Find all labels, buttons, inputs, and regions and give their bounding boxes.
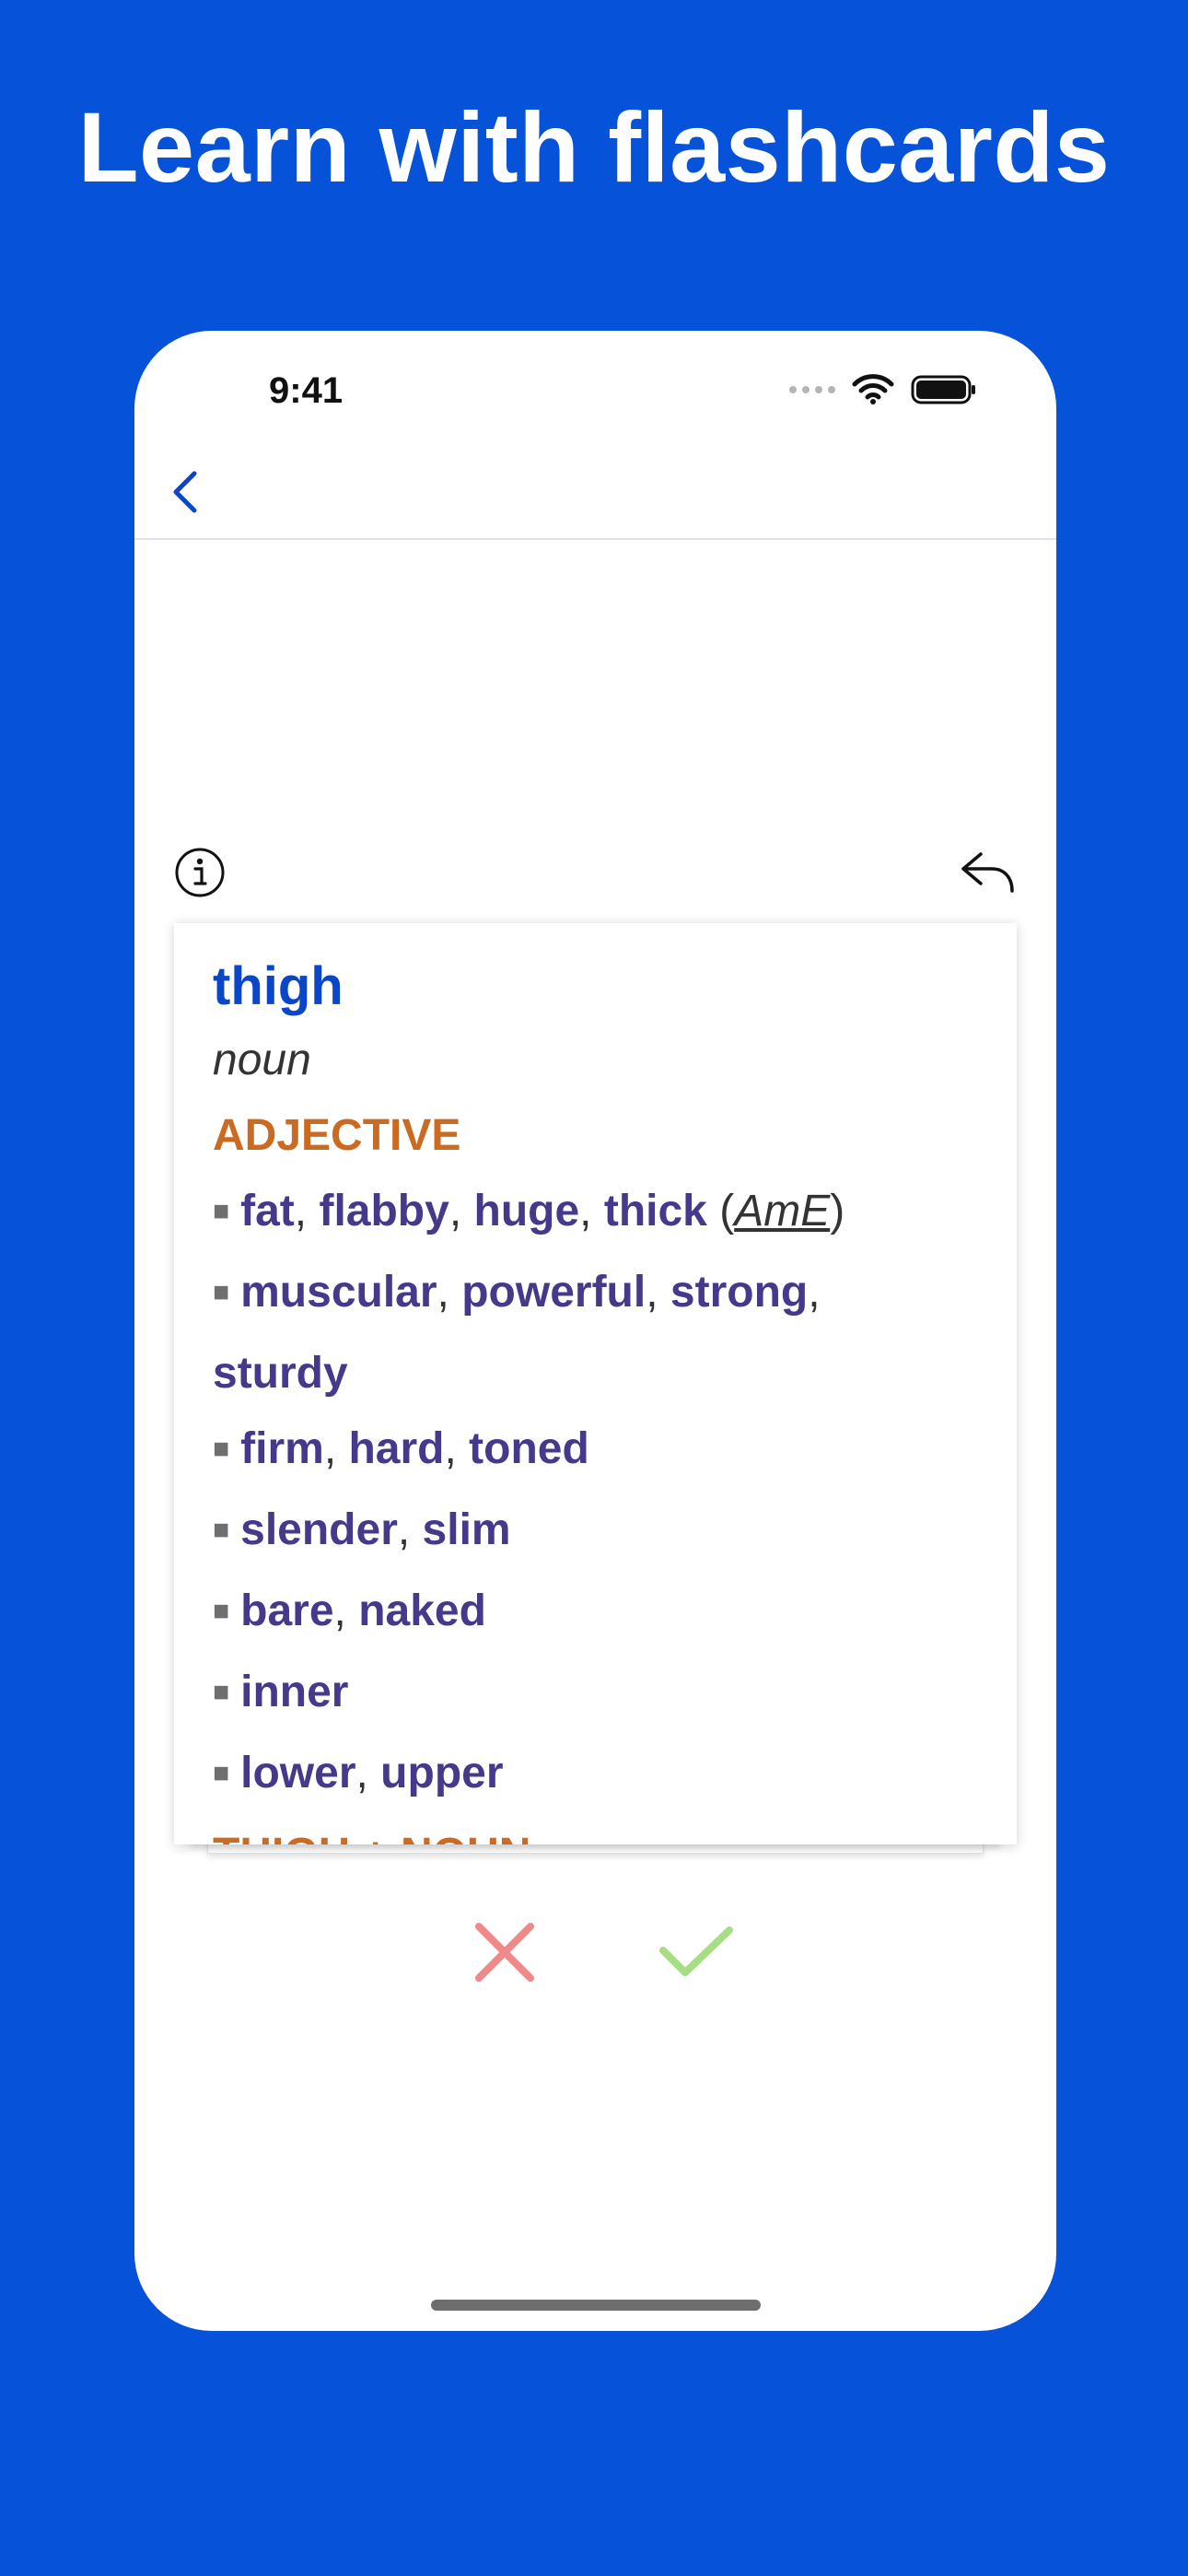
info-circle-icon <box>175 848 225 897</box>
flip-card-button[interactable] <box>951 840 1025 905</box>
back-button[interactable] <box>153 460 217 524</box>
collocate: slim <box>422 1505 511 1554</box>
collocate: firm <box>240 1424 324 1473</box>
answer-actions <box>134 1911 1056 1994</box>
bullet-icon: ■ <box>213 1196 230 1226</box>
navigation-bar <box>134 441 1056 540</box>
bullet-icon: ■ <box>213 1596 230 1626</box>
flashcard[interactable]: thigh noun ADJECTIVE ■ fat, flabby, huge,… <box>174 923 1017 1844</box>
card-headword: thigh <box>213 956 344 1016</box>
collocate: upper <box>380 1749 504 1797</box>
collocate: slender <box>240 1505 398 1554</box>
bullet-icon: ■ <box>213 1277 230 1307</box>
collocate: powerful <box>461 1268 646 1317</box>
checkmark-icon <box>659 1926 733 1976</box>
cellular-signal-icon <box>789 386 835 393</box>
collocate: fat <box>240 1187 295 1235</box>
status-icons <box>789 371 977 408</box>
battery-icon <box>911 375 975 404</box>
home-indicator[interactable] <box>431 2300 761 2311</box>
chevron-left-icon <box>173 471 197 513</box>
card-part-of-speech: noun <box>213 1036 311 1084</box>
collocate: muscular <box>240 1268 437 1317</box>
collocation-line: ■ firm, hard, toned <box>213 1424 589 1473</box>
status-time: 9:41 <box>269 370 344 411</box>
bullet-icon: ■ <box>213 1434 230 1464</box>
collocation-line: ■ lower, upper <box>213 1749 504 1797</box>
wifi-icon <box>852 374 894 404</box>
collocation-line: ■ inner <box>213 1655 978 1736</box>
mark-wrong-button[interactable] <box>463 1911 546 1994</box>
mark-right-button[interactable] <box>650 1911 742 1994</box>
reply-arrow-icon <box>961 852 1014 893</box>
collocate: inner <box>240 1668 349 1716</box>
bullet-icon: ■ <box>213 1758 230 1788</box>
register-label[interactable]: AmE <box>734 1187 830 1235</box>
bullet-icon: ■ <box>213 1515 230 1545</box>
collocate: lower <box>240 1749 356 1797</box>
collocation-line: sturdy <box>213 1336 978 1411</box>
collocation-line: ■ fat, flabby, huge, thick (AmE) <box>213 1187 845 1235</box>
x-mark-icon <box>475 1923 534 1982</box>
collocate: thick <box>603 1187 707 1235</box>
collocate: naked <box>358 1587 486 1635</box>
phone-screen: 9:41 thigh noun ADJECTIVE ■ fat, flabby,… <box>134 331 1056 2331</box>
info-button[interactable] <box>168 840 232 905</box>
collocate: sturdy <box>213 1349 348 1398</box>
promo-headline: Learn with flashcards <box>77 91 1111 203</box>
collocate: toned <box>469 1424 589 1473</box>
collocate: hard <box>348 1424 445 1473</box>
collocate: bare <box>240 1587 334 1635</box>
section-heading-adjective: ADJECTIVE <box>213 1111 461 1160</box>
collocation-line: ■ bare, naked <box>213 1587 486 1635</box>
collocation-line: ■ muscular, powerful, strong, <box>213 1268 821 1317</box>
section-heading-noun: THIGH + NOUN <box>213 1817 978 1844</box>
bullet-icon: ■ <box>213 1677 230 1707</box>
collocation-line: ■ slender, slim <box>213 1505 511 1554</box>
flashcard-stack: thigh noun ADJECTIVE ■ fat, flabby, huge,… <box>174 923 1017 1854</box>
collocate: huge <box>473 1187 580 1235</box>
collocate: flabby <box>319 1187 449 1235</box>
collocate: strong <box>670 1268 809 1317</box>
